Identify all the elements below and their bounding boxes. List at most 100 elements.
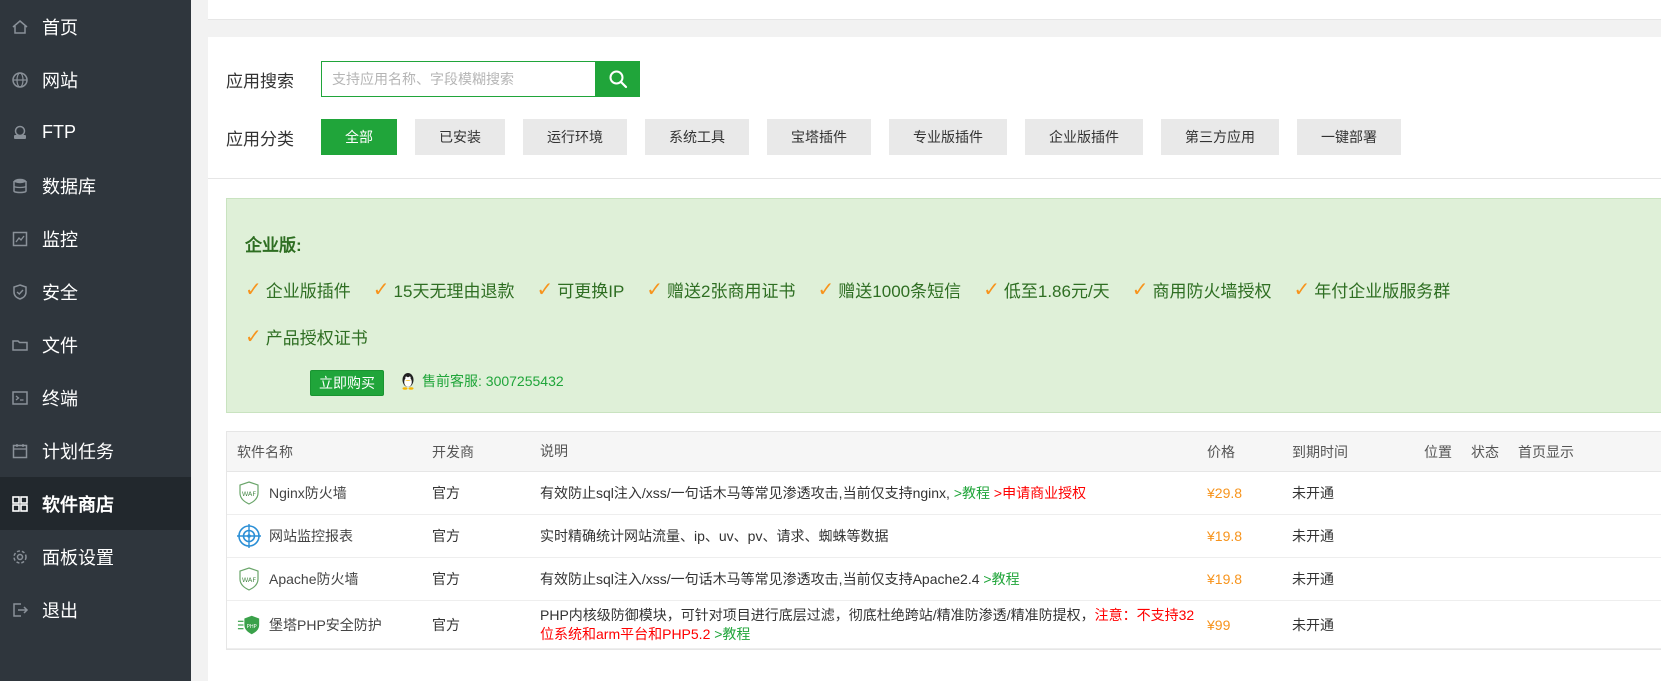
tab-one-click-deploy[interactable]: 一键部署 [1297, 119, 1401, 155]
description-cell: 有效防止sql注入/xss/一句话木马等常见渗透攻击,当前仅支持nginx, >… [540, 484, 1087, 501]
check-icon: ✓ [245, 326, 262, 348]
main-content: 应用搜索 应用分类 全部 已安装 运行环境 系统工具 宝塔插件 专业版插件 企业… [191, 0, 1661, 681]
globe-icon [10, 70, 30, 90]
tutorial-link[interactable]: >教程 [954, 485, 990, 501]
col-developer: 开发商 [432, 443, 474, 460]
target-icon [237, 524, 261, 548]
col-expire[interactable]: 到期时间 [1282, 442, 1424, 462]
tab-third-party[interactable]: 第三方应用 [1161, 119, 1279, 155]
col-price[interactable]: 价格 [1197, 442, 1282, 462]
description-cell: PHP内核级防御模块，可针对项目进行底层过滤，彻底杜绝跨站/精准防渗透/精准防提… [540, 606, 1195, 642]
software-name-cell[interactable]: PHP 堡塔PHP安全防护 [227, 613, 422, 637]
sidebar-item-label: 监控 [42, 229, 78, 250]
search-row: 应用搜索 [226, 60, 640, 98]
expire-cell: 未开通 [1292, 571, 1334, 587]
col-description: 说明 [540, 443, 568, 459]
table-row: 网站监控报表 官方 实时精确统计网站流量、ip、uv、pv、请求、蜘蛛等数据 ¥… [227, 515, 1661, 558]
sidebar-item-monitor[interactable]: 监控 [0, 212, 191, 265]
top-panel [208, 0, 1661, 20]
logout-icon [10, 600, 30, 620]
tab-bt-plugins[interactable]: 宝塔插件 [767, 119, 871, 155]
ftp-icon [10, 123, 30, 143]
sidebar-item-crontab[interactable]: 计划任务 [0, 424, 191, 477]
search-icon [609, 70, 627, 89]
promo-title: 企业版: [245, 236, 302, 255]
calendar-icon [10, 441, 30, 461]
sidebar-item-ftp[interactable]: FTP [0, 106, 191, 159]
tab-all[interactable]: 全部 [321, 119, 397, 155]
search-input[interactable] [321, 61, 595, 97]
waf-icon: WAF [237, 481, 261, 505]
promo-features-line1: ✓ 企业版插件 ✓ 15天无理由退款 ✓ 可更换IP ✓ 赠送2张商用证书 ✓ 赠送100… [245, 277, 1472, 302]
enterprise-promo: 企业版: ✓ 企业版插件 ✓ 15天无理由退款 ✓ 可更换IP ✓ 赠送2张商用证书 ✓… [226, 198, 1661, 413]
promo-feature: ✓ 可更换IP [536, 279, 625, 301]
table-row: PHP 堡塔PHP安全防护 官方 PHP内核级防御模块，可针对项目进行底层过滤，… [227, 601, 1661, 649]
home-icon [10, 17, 30, 37]
sidebar-item-label: 数据库 [42, 176, 96, 197]
store-panel: 应用搜索 应用分类 全部 已安装 运行环境 系统工具 宝塔插件 专业版插件 企业… [208, 37, 1661, 681]
category-label: 应用分类 [226, 129, 294, 149]
sidebar-item-website[interactable]: 网站 [0, 53, 191, 106]
check-icon: ✓ [983, 279, 1000, 301]
sidebar-item-security[interactable]: 安全 [0, 265, 191, 318]
sidebar-item-files[interactable]: 文件 [0, 318, 191, 371]
sidebar-item-label: 面板设置 [42, 547, 114, 568]
database-icon [10, 176, 30, 196]
sidebar-item-label: 软件商店 [42, 494, 114, 515]
sidebar: 首页 网站 FTP 数据库 监控 安全 文件 终端 计划任务 软件商店 面板设置… [0, 0, 191, 681]
promo-feature: ✓ 产品授权证书 [245, 326, 368, 348]
gear-icon [10, 547, 30, 567]
promo-feature: ✓ 15天无理由退款 [372, 279, 515, 301]
table-row: WAF Nginx防火墙 官方 有效防止sql注入/xss/一句话木马等常见渗透… [227, 472, 1661, 515]
software-name-cell[interactable]: WAF Apache防火墙 [227, 567, 422, 591]
sidebar-item-terminal[interactable]: 终端 [0, 371, 191, 424]
col-status: 状态 [1471, 443, 1499, 460]
software-name-cell[interactable]: WAF Nginx防火墙 [227, 481, 422, 505]
shield-icon [10, 282, 30, 302]
folder-icon [10, 335, 30, 355]
svg-text:WAF: WAF [242, 490, 257, 498]
description-cell: 实时精确统计网站流量、ip、uv、pv、请求、蜘蛛等数据 [540, 527, 889, 544]
divider [208, 178, 1661, 179]
svg-text:WAF: WAF [242, 576, 257, 584]
sidebar-item-settings[interactable]: 面板设置 [0, 530, 191, 583]
buy-now-button[interactable]: 立即购买 [310, 370, 384, 396]
sidebar-item-label: 网站 [42, 70, 78, 91]
monitor-icon [10, 229, 30, 249]
sidebar-item-label: 退出 [42, 600, 78, 621]
expire-cell: 未开通 [1292, 616, 1334, 633]
table-header: 软件名称 开发商 说明 价格 到期时间 位置 状态 首页显示 [227, 432, 1661, 472]
expire-cell: 未开通 [1292, 528, 1334, 544]
tab-enterprise-plugins[interactable]: 企业版插件 [1025, 119, 1143, 155]
sidebar-item-database[interactable]: 数据库 [0, 159, 191, 212]
col-home-display: 首页显示 [1518, 443, 1574, 460]
apply-license-link[interactable]: >申请商业授权 [994, 485, 1086, 501]
tutorial-link[interactable]: >教程 [983, 571, 1019, 587]
tab-installed[interactable]: 已安装 [415, 119, 505, 155]
sidebar-item-label: 文件 [42, 335, 78, 356]
table-row: WAF Apache防火墙 官方 有效防止sql注入/xss/一句话木马等常见渗… [227, 558, 1661, 601]
svg-text:PHP: PHP [247, 623, 257, 629]
col-name[interactable]: 软件名称 [227, 442, 422, 462]
tab-system-tools[interactable]: 系统工具 [645, 119, 749, 155]
promo-feature: ✓ 年付企业版服务群 [1293, 279, 1451, 301]
price-cell: ¥19.8 [1207, 571, 1243, 587]
tutorial-link[interactable]: >教程 [714, 626, 750, 642]
grid-icon [10, 494, 30, 514]
sidebar-item-logout[interactable]: 退出 [0, 583, 191, 636]
sidebar-item-home[interactable]: 首页 [0, 0, 191, 53]
description-cell: 有效防止sql注入/xss/一句话木马等常见渗透攻击,当前仅支持Apache2.… [540, 570, 1020, 587]
tab-runtime[interactable]: 运行环境 [523, 119, 627, 155]
check-icon: ✓ [372, 279, 390, 301]
promo-features-line2: ✓ 产品授权证书 [245, 324, 390, 349]
php-shield-icon: PHP [237, 613, 261, 637]
presale-contact[interactable]: 售前客服: 3007255432 [400, 371, 564, 391]
search-button[interactable] [595, 61, 640, 97]
software-name-cell[interactable]: 网站监控报表 [227, 524, 422, 548]
sidebar-item-label: 首页 [42, 17, 78, 38]
check-icon: ✓ [536, 279, 554, 301]
check-icon: ✓ [646, 279, 664, 301]
sidebar-item-store[interactable]: 软件商店 [0, 477, 191, 530]
promo-feature: ✓ 赠送2张商用证书 [646, 279, 796, 301]
tab-pro-plugins[interactable]: 专业版插件 [889, 119, 1007, 155]
